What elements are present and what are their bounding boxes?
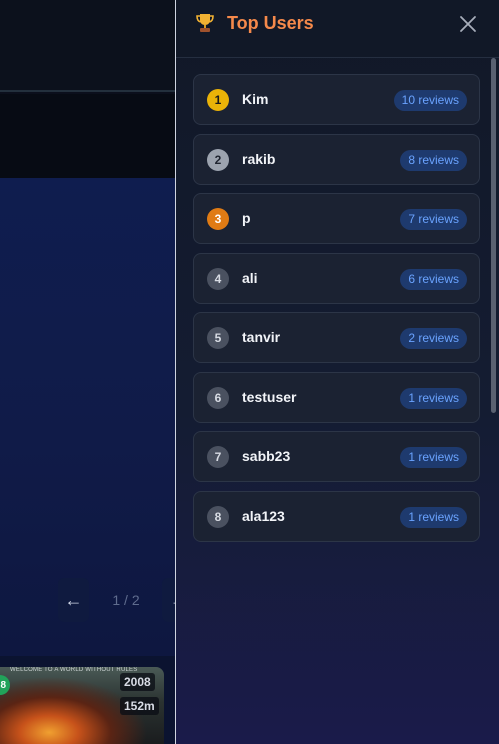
rank-badge: 6 — [207, 387, 229, 409]
panel-scrollbar[interactable] — [491, 58, 496, 413]
trophy-icon — [195, 12, 215, 34]
movie-year: 2008 — [120, 673, 155, 691]
review-count-badge: 2 reviews — [400, 328, 467, 349]
user-name: tanvir — [242, 329, 281, 345]
review-count-badge: 1 reviews — [400, 388, 467, 409]
user-name: sabb23 — [242, 448, 291, 464]
user-name: testuser — [242, 389, 297, 405]
list-item[interactable]: 4 ali 6 reviews — [193, 253, 480, 304]
top-users-panel: Top Users 1 Kim 10 reviews 2 rakib 8 rev… — [175, 0, 499, 744]
list-item[interactable]: 1 Kim 10 reviews — [193, 74, 480, 125]
sub-bar — [0, 94, 176, 178]
rank-badge: 1 — [207, 89, 229, 111]
panel-header: Top Users — [176, 0, 499, 58]
review-count-badge: 1 reviews — [400, 447, 467, 468]
list-item[interactable]: 2 rakib 8 reviews — [193, 134, 480, 185]
rank-badge: 4 — [207, 268, 229, 290]
rank-badge: 7 — [207, 446, 229, 468]
user-name: rakib — [242, 151, 276, 167]
user-name: ala123 — [242, 508, 285, 524]
panel-title: Top Users — [227, 13, 314, 33]
pagination-next-button[interactable]: → — [162, 578, 176, 622]
user-name: Kim — [242, 91, 269, 107]
rank-badge: 3 — [207, 208, 229, 230]
review-count-badge: 6 reviews — [400, 269, 467, 290]
movie-runtime: 152m — [120, 697, 159, 715]
review-count-badge: 7 reviews — [400, 209, 467, 230]
rank-badge: 8 — [207, 506, 229, 528]
user-name: ali — [242, 270, 258, 286]
user-name: p — [242, 210, 251, 226]
review-count-badge: 10 reviews — [393, 90, 467, 111]
pagination-prev-button[interactable]: ← — [58, 578, 89, 622]
rank-badge: 2 — [207, 149, 229, 171]
background-page: ← 1 / 2 → WELCOME TO A WORLD WITHOUT RUL… — [0, 0, 176, 744]
list-item[interactable]: 7 sabb23 1 reviews — [193, 431, 480, 482]
review-count-badge: 8 reviews — [400, 150, 467, 171]
list-item[interactable]: 5 tanvir 2 reviews — [193, 312, 480, 363]
review-count-badge: 1 reviews — [400, 507, 467, 528]
movie-card[interactable]: WELCOME TO A WORLD WITHOUT RULES 8 2008 … — [0, 667, 164, 744]
movie-poster-tagline: WELCOME TO A WORLD WITHOUT RULES — [10, 667, 138, 673]
movie-rating-badge: 8 — [0, 675, 10, 695]
list-item[interactable]: 8 ala123 1 reviews — [193, 491, 480, 542]
close-icon[interactable] — [456, 12, 480, 36]
list-item[interactable]: 3 p 7 reviews — [193, 193, 480, 244]
site-header — [0, 0, 176, 92]
list-item[interactable]: 6 testuser 1 reviews — [193, 372, 480, 423]
pagination-indicator: 1 / 2 — [112, 592, 140, 608]
rank-badge: 5 — [207, 327, 229, 349]
